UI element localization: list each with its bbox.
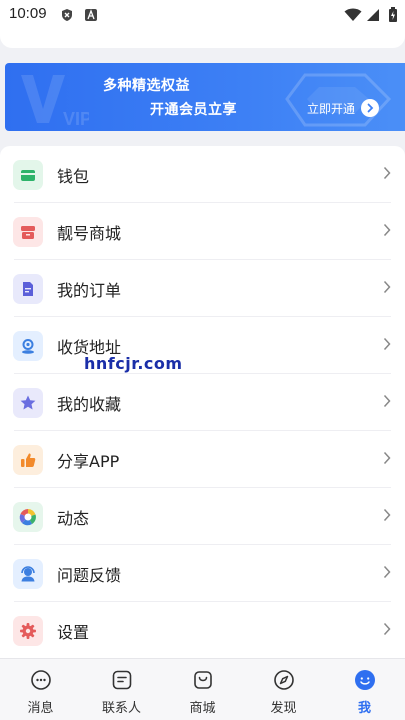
mall-bag-icon (194, 671, 212, 689)
open-vip-label: 立即开通 (307, 101, 356, 116)
menu-label-orders: 我的订单 (57, 280, 122, 300)
tab-label-me: 我 (357, 701, 371, 716)
menu-label-settings: 设置 (57, 622, 90, 642)
compass-icon (274, 670, 294, 690)
chevron-right-icon (383, 222, 391, 241)
vip-watermark-icon: VIP (21, 75, 89, 127)
status-time: 10:09 (9, 5, 47, 22)
menu-item-feedback[interactable]: 问题反馈 (0, 545, 405, 602)
tab-label-discover: 发现 (270, 701, 297, 716)
bottom-tab-bar: 消息 联系人 商城 发现 我 (0, 658, 405, 720)
watermark-text: hnfcjr.com (84, 354, 183, 373)
shield-icon (60, 7, 74, 26)
menu-item-orders[interactable]: 我的订单 (0, 260, 405, 317)
tab-discover[interactable]: 发现 (243, 659, 324, 720)
tab-label-mall: 商城 (189, 701, 216, 716)
signal-icon (366, 7, 380, 26)
open-vip-button[interactable]: 立即开通 (307, 99, 380, 117)
chevron-right-icon (383, 450, 391, 469)
menu-label-share-app: 分享APP (57, 451, 120, 471)
status-bar: 10:09 (0, 0, 405, 28)
menu-item-wallet[interactable]: 钱包 (0, 146, 405, 203)
moments-icon (13, 501, 43, 532)
menu-list: 钱包 靓号商城 我的订单 收货地址 我的收藏 分享APP 动态 问题反馈 设置 (0, 146, 405, 658)
tab-mall[interactable]: 商城 (162, 659, 243, 720)
shop-icon (13, 216, 43, 247)
vip-deco-text: VIP (63, 109, 89, 127)
menu-label-number-shop: 靓号商城 (57, 223, 122, 243)
menu-item-moments[interactable]: 动态 (0, 488, 405, 545)
tab-contacts[interactable]: 联系人 (81, 659, 162, 720)
menu-label-feedback: 问题反馈 (57, 565, 122, 585)
vip-title: 多种精选权益 (103, 78, 190, 94)
tab-messages[interactable]: 消息 (0, 659, 81, 720)
wallet-icon (13, 159, 43, 190)
chevron-right-icon (383, 336, 391, 355)
battery-icon (388, 7, 398, 26)
chevron-right-icon (383, 279, 391, 298)
wifi-icon (344, 7, 362, 26)
menu-item-settings[interactable]: 设置 (0, 602, 405, 659)
location-icon (13, 330, 43, 361)
app-a-icon (84, 7, 98, 26)
chevron-right-icon (383, 507, 391, 526)
menu-label-wallet: 钱包 (57, 166, 90, 186)
vip-subtitle: 开通会员立享 (150, 102, 237, 118)
menu-item-share-app[interactable]: 分享APP (0, 431, 405, 488)
contacts-icon (112, 670, 132, 690)
menu-label-favorites: 我的收藏 (57, 394, 122, 414)
support-icon (13, 558, 43, 589)
menu-label-moments: 动态 (57, 508, 90, 528)
profile-card-bottom (0, 28, 405, 48)
vip-banner[interactable]: VIP 多种精选权益 开通会员立享 立即开通 (5, 63, 405, 131)
menu-item-number-shop[interactable]: 靓号商城 (0, 203, 405, 260)
tab-me[interactable]: 我 (324, 659, 405, 720)
tab-label-messages: 消息 (27, 701, 54, 716)
star-icon (13, 387, 43, 418)
chevron-right-icon (383, 621, 391, 640)
message-icon (31, 670, 51, 690)
order-icon (13, 273, 43, 304)
menu-item-favorites[interactable]: 我的收藏 (0, 374, 405, 431)
gear-icon (13, 615, 43, 646)
chevron-right-icon (383, 564, 391, 583)
menu-item-address[interactable]: 收货地址 (0, 317, 405, 374)
chevron-right-icon (383, 393, 391, 412)
thumbs-up-icon (13, 444, 43, 475)
chevron-right-icon (361, 99, 380, 117)
me-icon (355, 670, 375, 690)
tab-label-contacts: 联系人 (101, 701, 141, 716)
chevron-right-icon (383, 165, 391, 184)
